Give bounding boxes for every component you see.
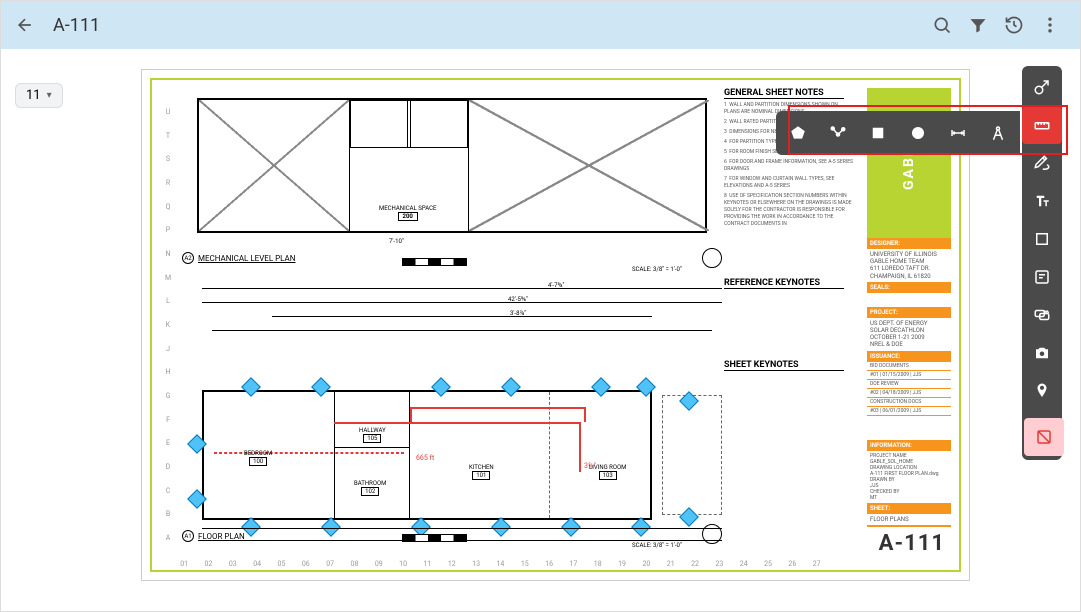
more-vertical-icon [1040,15,1060,35]
scale-label-lower: SCALE: 3/8" = 1'-0" [632,542,682,549]
measure-flyout [776,111,1020,155]
link-icon [1033,306,1051,324]
ruler-bottom: 0102030405060708091011121314151617181920… [172,560,829,568]
ruler-left: UTSRQPNMLKJHGFEDCBA [164,100,172,550]
arrow-left-icon [15,15,35,35]
layers-tool[interactable] [1022,68,1062,106]
polyline-icon [829,124,847,142]
square-outline-icon [1033,230,1051,248]
filter-icon [968,15,988,35]
layers-icon [1033,78,1051,96]
history-button[interactable] [996,7,1032,43]
text-icon [1033,192,1051,210]
sheet-selector[interactable]: 11 ▾ [15,83,63,108]
pin-icon [1033,382,1051,400]
sheet-selector-value: 11 [26,88,41,103]
pin-tool[interactable] [1022,372,1062,410]
ruler-icon [1033,116,1051,134]
dimension-tool[interactable] [938,113,978,153]
dim-label: 7'-10" [389,238,404,245]
camera-tool[interactable] [1022,334,1062,372]
mechanical-plan: MECHANICAL SPACE 200 7'-10" [197,98,707,233]
page-title: A-111 [53,15,100,36]
circle-tool[interactable] [898,113,938,153]
camera-icon [1033,344,1051,362]
titleblock: GABLE DESIGNER: UNIVERSITY OF ILLINOIS G… [867,88,951,562]
pentagon-icon [789,124,807,142]
circle-icon [909,124,927,142]
edit-icon [1033,154,1051,172]
floor-plan: 4'-7⅝" 42'-5⅝" 3'-8⅞" [192,360,752,550]
sheet-number: A-111 [867,527,951,558]
eraser-tool[interactable] [1024,418,1064,456]
scale-bar-lower [402,534,467,542]
annotation-toolbar [1022,66,1062,460]
more-button[interactable] [1032,7,1068,43]
history-icon [1004,15,1024,35]
plan-tag-upper: A2 MECHANICAL LEVEL PLAN [182,252,295,264]
scale-label-upper: SCALE: 3/8" = 1'-0" [632,266,682,273]
link-tool[interactable] [1022,296,1062,334]
edit-tool[interactable] [1022,144,1062,182]
dimension-icon [949,124,967,142]
note-icon [1033,268,1051,286]
plan-tag-lower: A1 FLOOR PLAN [182,530,245,542]
app-header: A-111 [1,1,1080,49]
general-notes-header: GENERAL SHEET NOTES [724,88,844,99]
compass-icon [989,124,1007,142]
rectangle-tool[interactable] [858,113,898,153]
search-button[interactable] [924,7,960,43]
shape-tool[interactable] [1022,220,1062,258]
scale-bar-upper [402,258,467,266]
text-tool[interactable] [1022,182,1062,220]
mech-space-label: MECHANICAL SPACE 200 [379,205,436,221]
reference-keynotes-header: REFERENCE KEYNOTES [724,278,844,289]
measure-tool[interactable] [1022,106,1062,144]
square-icon [869,124,887,142]
note-tool[interactable] [1022,258,1062,296]
calibrate-tool[interactable] [978,113,1018,153]
polyline-tool[interactable] [818,113,858,153]
eraser-icon [1035,428,1053,446]
polygon-tool[interactable] [778,113,818,153]
chevron-down-icon: ▾ [47,90,52,101]
north-arrow-upper [702,248,722,268]
filter-button[interactable] [960,7,996,43]
back-button[interactable] [13,13,37,37]
north-arrow-lower [702,524,722,544]
search-icon [932,15,952,35]
